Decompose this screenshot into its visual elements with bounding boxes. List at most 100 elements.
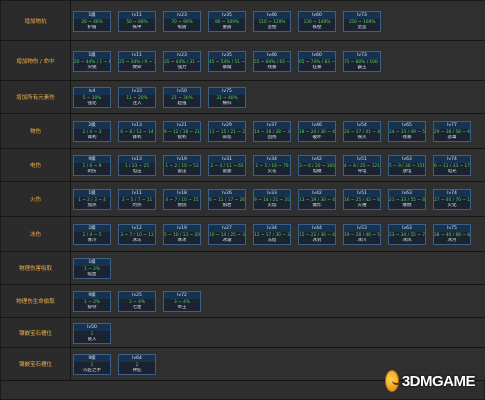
affix-tag: 1级 <box>74 259 110 266</box>
affix-name: 超强 <box>177 101 187 107</box>
affix-cell: lv25 3 ~ 4% 七星 <box>118 291 156 312</box>
affix-tag: lv19 <box>164 225 200 232</box>
affix-cell: lv42 13 ~ 19 / 30 ~ 45 爆炸 <box>298 189 336 210</box>
affix-name: 锋利 <box>87 135 97 141</box>
affix-tag: lv54 <box>344 122 380 129</box>
affix-range: 14 ~ 18 / 28 ~ 33 <box>254 129 290 135</box>
affix-cell: lv19 5 ~ 10 / 13 ~ 20 寒冰 <box>163 224 201 245</box>
row-label: 物理伤害吸取 <box>1 252 71 284</box>
affix-tag: lv60 <box>299 12 335 19</box>
affix-name: 导电 <box>357 169 367 175</box>
affix-range: 16 ~ 25 / 42 ~ 60 <box>344 197 380 203</box>
affix-name: 堡垒 <box>357 25 367 31</box>
affix-tag: 1级 <box>74 190 110 197</box>
affix-cell: lv75 31 ~ 40% 横扫 <box>208 87 246 108</box>
affix-name: 电光 <box>447 169 457 175</box>
affix-cell: lv63 5 ~ 9 / 30 ~ 151 放电 <box>388 155 426 176</box>
affix-range: 20 ~ 46% <box>81 19 103 25</box>
affix-range: 2 / 4 ~ 5 <box>82 232 102 238</box>
affix-row: 物理伤生命偷取 9级 1 ~ 2% 掠夺 lv25 3 ~ 4% 七星 lv72 3 ~ 4% 帝… <box>1 285 485 318</box>
affix-range: 23 ~ 34 / 55 ~ 71 <box>389 232 425 238</box>
affix-cell: lv3545 ~ 54% / 51 ~ 64暴躁 <box>208 51 246 72</box>
affix-name: 锋利 <box>132 135 142 141</box>
affix-tag: lv11 <box>119 190 155 197</box>
affix-cell: lv7375 ~ 80% / 100 ~ 120霸王 <box>343 51 381 72</box>
affix-tag: lv42 <box>299 156 335 163</box>
affix-name: 致命 <box>132 65 142 71</box>
affix-range: 28 ~ 40 / 68 ~ 83 <box>434 232 470 238</box>
affix-tag: lv73 <box>344 52 380 59</box>
affix-name: 七星 <box>132 305 142 311</box>
affix-range: 75 ~ 80% / 100 ~ 120 <box>344 59 380 65</box>
affix-tag: lv31 <box>209 156 245 163</box>
affix-cell: lv63 23 ~ 34 / 55 ~ 71 冰风 <box>388 224 426 245</box>
affix-cell: lv44 15 ~ 22 / 36 ~ 45 冰封 <box>298 224 336 245</box>
affix-cell: lv29 11 ~ 15 / 21 ~ 27 邪恶 <box>208 121 246 142</box>
affix-tag: lv11 <box>119 12 155 19</box>
affix-row: 物伤 2级 2 / 4 ~ 3 锋利 lv13 6 ~ 8 / 12 ~ 14 锋利 lv21… <box>1 114 485 149</box>
affix-tag: lv25 <box>119 292 155 299</box>
affix-cell: lv6065 ~ 74% / 83 ~ 100狂暴 <box>298 51 336 72</box>
affix-tag: lv63 <box>389 190 425 197</box>
affix-row: 镶嵌宝石槽位 lv50 1 嵌入 <box>1 318 485 348</box>
affix-range: 18 ~ 24 / 36 ~ 42 <box>299 129 335 135</box>
affix-tag: lv34 <box>254 225 290 232</box>
affix-row: 物理伤害吸取 1级 1 ~ 2% 吸血 <box>1 252 485 285</box>
affix-range: 150 ~ 169% <box>348 19 376 25</box>
affix-cell: lv4655 ~ 64% / 65 ~ 82残暴 <box>253 51 291 72</box>
affix-range: 9 ~ 12 / 18 ~ 21 <box>164 129 200 135</box>
affix-cell: lv51 4 ~ 8 / 25 ~ 121 导电 <box>343 155 381 176</box>
affix-range: 130 ~ 149% <box>303 19 331 25</box>
affix-range: 35 ~ 44% / 31 ~ 50 <box>164 59 200 65</box>
affix-name: 邪恶 <box>222 135 232 141</box>
affix-tag: 9级 <box>74 355 110 362</box>
affix-name: 放电 <box>402 169 412 175</box>
affix-tag: lv53 <box>344 225 380 232</box>
affix-cell: 1级 1 ~ 2% 吸血 <box>73 258 111 279</box>
affix-name: 火花 <box>267 169 277 175</box>
affix-name: 灾难 <box>357 203 367 209</box>
affix-range: 21 ~ 30% <box>171 95 193 101</box>
affix-cell: lv37 14 ~ 18 / 28 ~ 33 凶残 <box>253 121 291 142</box>
affix-cell: lv75 28 ~ 40 / 68 ~ 83 冰河 <box>433 224 471 245</box>
row-label: 镶嵌宝石槽位 <box>1 348 71 380</box>
affix-tag: lv37 <box>254 122 290 129</box>
affix-tag: lv33 <box>119 88 155 95</box>
affix-range: 11 ~ 15 / 21 ~ 27 <box>209 129 245 135</box>
affix-cell: lv51 16 ~ 25 / 42 ~ 60 灾难 <box>343 189 381 210</box>
affix-tag: lv75 <box>209 88 245 95</box>
row-label: 增加物抗 <box>1 1 71 40</box>
affix-row: 电伤 9级 1 / 6 ~ 9 刺伤 lv13 1 / 23 ~ 25 电击 lv19 1 ~ … <box>1 149 485 182</box>
affix-cell: lv13 1 / 23 ~ 25 电击 <box>118 155 156 176</box>
affix-name: 熔岩 <box>222 203 232 209</box>
affix-cell: lv34 2 ~ 5 / 18 ~ 79 火花 <box>253 155 291 176</box>
affix-tag: lv18 <box>164 190 200 197</box>
affix-name: 燃烧 <box>177 203 187 209</box>
affix-range: 45 ~ 54% / 51 ~ 64 <box>209 59 245 65</box>
affix-cell: lv73 150 ~ 169% 堡垒 <box>343 11 381 32</box>
affix-name: 爆燃 <box>402 203 412 209</box>
affix-range: 24 ~ 33 / 49 ~ 57 <box>389 129 425 135</box>
affix-tag: 9级 <box>74 292 110 299</box>
affix-tag: lv46 <box>299 122 335 129</box>
affix-name: 冰风 <box>402 238 412 244</box>
affix-range: 2 / 4 ~ 3 <box>82 129 102 135</box>
affix-cell: 9级 1 / 6 ~ 9 刺伤 <box>73 155 111 176</box>
row-label: 增加物伤 / 命中 <box>1 41 71 80</box>
row-label: 火伤 <box>1 182 71 216</box>
affix-cell: lv63 21 ~ 33 / 55 ~ 80 爆燃 <box>388 189 426 210</box>
affix-range: 1 ~ 2% <box>84 299 100 305</box>
affix-range: 3 ~ 7 / 10 ~ 13 <box>120 232 154 238</box>
affix-name: 横扫 <box>222 101 232 107</box>
affix-tag: lv4 <box>74 88 110 95</box>
affix-tag: 1级 <box>74 52 110 59</box>
affix-range: 65 ~ 74% / 83 ~ 100 <box>299 59 335 65</box>
affix-tag: lv51 <box>344 156 380 163</box>
affix-name: 残暴 <box>402 135 412 141</box>
affix-cell: lv74 6 ~ 11 / 33 ~ 178 电光 <box>433 155 471 176</box>
affix-tag: lv72 <box>164 292 200 299</box>
affix-cell: lv11 3 ~ 5 / 7 ~ 11 灼热 <box>118 189 156 210</box>
affix-name: 龟盾 <box>177 25 187 31</box>
affix-cell: lv11 50 ~ 68% 铁甲 <box>118 11 156 32</box>
row-label: 冰伤 <box>1 217 71 251</box>
